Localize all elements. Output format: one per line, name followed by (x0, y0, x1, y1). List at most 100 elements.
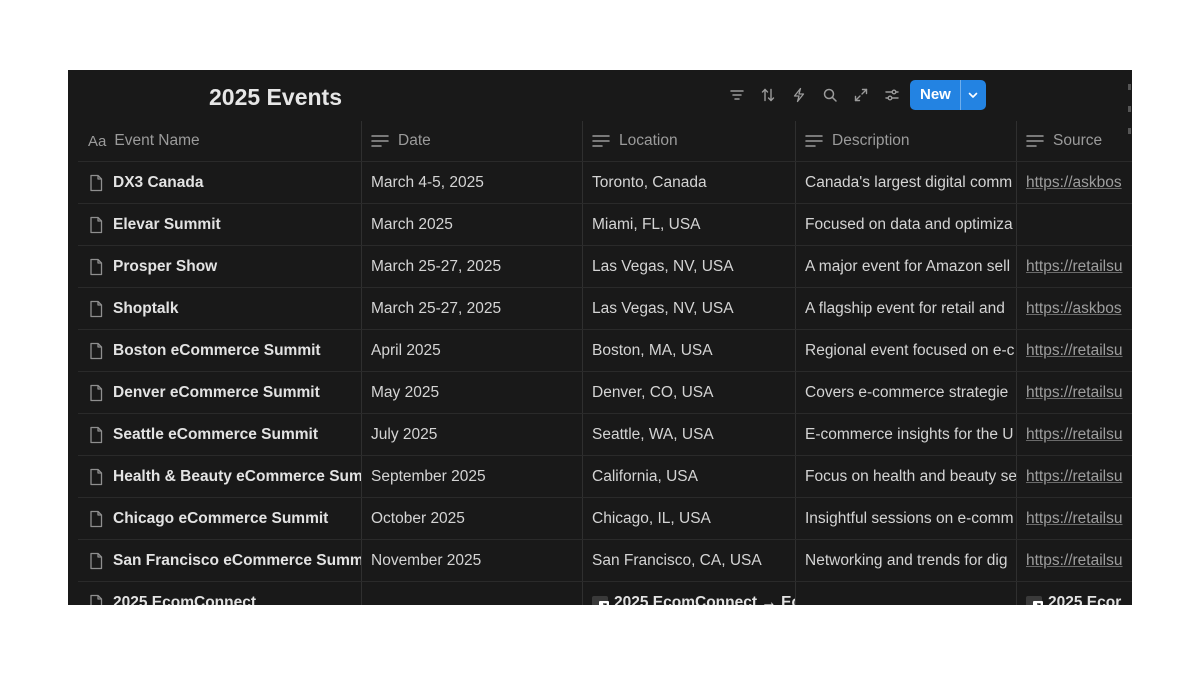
cell-date[interactable]: March 25-27, 2025 (362, 288, 583, 329)
event-name-text[interactable]: Chicago eCommerce Summit (113, 510, 328, 528)
automation-icon[interactable] (783, 80, 814, 110)
cell-event-name[interactable]: 2025 EcomConnect (78, 582, 362, 605)
event-name-text[interactable]: Health & Beauty eCommerce Summi (113, 468, 361, 486)
table-row[interactable]: Chicago eCommerce Summit October 2025 Chic… (78, 498, 1132, 540)
cell-description[interactable]: Covers e-commerce strategie (796, 372, 1017, 413)
source-link[interactable]: https://retailsu (1026, 384, 1123, 402)
new-button[interactable]: New (910, 80, 961, 110)
cell-description[interactable]: Regional event focused on e-c (796, 330, 1017, 371)
cell-location[interactable]: Las Vegas, NV, USA (583, 246, 796, 287)
cell-date[interactable]: March 4-5, 2025 (362, 162, 583, 203)
cell-source[interactable]: https://retailsu (1017, 330, 1132, 371)
cell-location[interactable]: Chicago, IL, USA (583, 498, 796, 539)
cell-source[interactable]: https://askbos (1017, 288, 1132, 329)
cell-source[interactable] (1017, 204, 1132, 245)
sort-icon[interactable] (752, 80, 783, 110)
cell-event-name[interactable]: Shoptalk (78, 288, 362, 329)
column-header-date[interactable]: Date (362, 121, 583, 161)
cell-location[interactable]: Miami, FL, USA (583, 204, 796, 245)
source-link[interactable]: https://retailsu (1026, 552, 1123, 570)
cell-source[interactable]: https://retailsu (1017, 246, 1132, 287)
cell-location[interactable]: Toronto, Canada (583, 162, 796, 203)
cell-source[interactable]: https://retailsu (1017, 540, 1132, 581)
cell-date[interactable]: March 25-27, 2025 (362, 246, 583, 287)
event-name-text[interactable]: Elevar Summit (113, 216, 221, 234)
table-row[interactable]: San Francisco eCommerce Summi November 20… (78, 540, 1132, 582)
cell-date[interactable]: November 2025 (362, 540, 583, 581)
filter-icon[interactable] (721, 80, 752, 110)
cell-date[interactable]: July 2025 (362, 414, 583, 455)
column-header-source[interactable]: Source (1017, 121, 1132, 161)
cell-source[interactable]: https://askbos (1017, 162, 1132, 203)
cell-date[interactable]: September 2025 (362, 456, 583, 497)
event-name-text[interactable]: DX3 Canada (113, 174, 203, 192)
source-link[interactable]: https://retailsu (1026, 426, 1123, 444)
cell-description[interactable]: Networking and trends for dig (796, 540, 1017, 581)
source-link[interactable]: https://askbos (1026, 174, 1122, 192)
cell-description[interactable]: A major event for Amazon sell (796, 246, 1017, 287)
table-row[interactable]: DX3 Canada March 4-5, 2025 Toronto, Canada… (78, 162, 1132, 204)
table-row[interactable]: Seattle eCommerce Summit July 2025 Seattle… (78, 414, 1132, 456)
table-row[interactable]: Health & Beauty eCommerce Summi September… (78, 456, 1132, 498)
cell-date[interactable]: October 2025 (362, 498, 583, 539)
cell-location[interactable]: San Francisco, CA, USA (583, 540, 796, 581)
cell-location[interactable]: Boston, MA, USA (583, 330, 796, 371)
cell-event-name[interactable]: Seattle eCommerce Summit (78, 414, 362, 455)
cell-event-name[interactable]: Boston eCommerce Summit (78, 330, 362, 371)
table-row[interactable]: Prosper Show March 25-27, 2025 Las Vegas, … (78, 246, 1132, 288)
table-row[interactable]: Denver eCommerce Summit May 2025 Denver, C… (78, 372, 1132, 414)
event-name-text[interactable]: Denver eCommerce Summit (113, 384, 320, 402)
source-link[interactable]: https://retailsu (1026, 468, 1123, 486)
event-name-text[interactable]: San Francisco eCommerce Summi (113, 552, 361, 570)
cell-event-name[interactable]: Prosper Show (78, 246, 362, 287)
cell-event-name[interactable]: Denver eCommerce Summit (78, 372, 362, 413)
event-name-text[interactable]: Seattle eCommerce Summit (113, 426, 318, 444)
cell-source[interactable]: https://retailsu (1017, 498, 1132, 539)
table-row[interactable]: Boston eCommerce Summit April 2025 Boston,… (78, 330, 1132, 372)
event-name-text[interactable]: Boston eCommerce Summit (113, 342, 321, 360)
cell-location-text[interactable]: 2025 EcomConnect → Ec (614, 594, 795, 606)
cell-event-name[interactable]: San Francisco eCommerce Summi (78, 540, 362, 581)
cell-description[interactable]: A flagship event for retail and (796, 288, 1017, 329)
cell-description[interactable] (796, 582, 1017, 605)
search-icon[interactable] (814, 80, 845, 110)
source-link[interactable]: https://retailsu (1026, 258, 1123, 276)
cell-source[interactable]: https://retailsu (1017, 456, 1132, 497)
event-name-text[interactable]: Prosper Show (113, 258, 217, 276)
source-link[interactable]: https://retailsu (1026, 510, 1123, 528)
cell-location[interactable]: Denver, CO, USA (583, 372, 796, 413)
cell-location[interactable]: California, USA (583, 456, 796, 497)
cell-date[interactable]: March 2025 (362, 204, 583, 245)
cell-location[interactable]: Seattle, WA, USA (583, 414, 796, 455)
cell-description[interactable]: E-commerce insights for the U (796, 414, 1017, 455)
cell-description[interactable]: Focused on data and optimiza (796, 204, 1017, 245)
cell-source[interactable]: 2025 Ecor (1017, 582, 1132, 605)
cell-event-name[interactable]: Health & Beauty eCommerce Summi (78, 456, 362, 497)
cell-event-name[interactable]: Chicago eCommerce Summit (78, 498, 362, 539)
event-name-text[interactable]: Shoptalk (113, 300, 178, 318)
cell-description[interactable]: Canada's largest digital comm (796, 162, 1017, 203)
cell-source[interactable]: https://retailsu (1017, 372, 1132, 413)
source-link[interactable]: https://askbos (1026, 300, 1122, 318)
table-row[interactable]: Elevar Summit March 2025 Miami, FL, USA Foc… (78, 204, 1132, 246)
column-header-event-name[interactable]: Aa Event Name (78, 121, 362, 161)
cell-date[interactable]: May 2025 (362, 372, 583, 413)
cell-date[interactable] (362, 582, 583, 605)
cell-location[interactable]: Las Vegas, NV, USA (583, 288, 796, 329)
table-row[interactable]: 2025 EcomConnect 2025 EcomConnect → Ec 202… (78, 582, 1132, 605)
table-row[interactable]: Shoptalk March 25-27, 2025 Las Vegas, NV, … (78, 288, 1132, 330)
column-header-description[interactable]: Description (796, 121, 1017, 161)
expand-icon[interactable] (845, 80, 876, 110)
cell-date[interactable]: April 2025 (362, 330, 583, 371)
event-name-text[interactable]: 2025 EcomConnect (113, 594, 256, 606)
cell-description[interactable]: Focus on health and beauty se (796, 456, 1017, 497)
column-header-location[interactable]: Location (583, 121, 796, 161)
cell-source[interactable]: https://retailsu (1017, 414, 1132, 455)
cell-event-name[interactable]: Elevar Summit (78, 204, 362, 245)
cell-source-text[interactable]: 2025 Ecor (1048, 594, 1121, 606)
cell-description[interactable]: Insightful sessions on e-comm (796, 498, 1017, 539)
cell-event-name[interactable]: DX3 Canada (78, 162, 362, 203)
settings-icon[interactable] (876, 80, 907, 110)
source-link[interactable]: https://retailsu (1026, 342, 1123, 360)
new-dropdown-button[interactable] (961, 80, 986, 110)
